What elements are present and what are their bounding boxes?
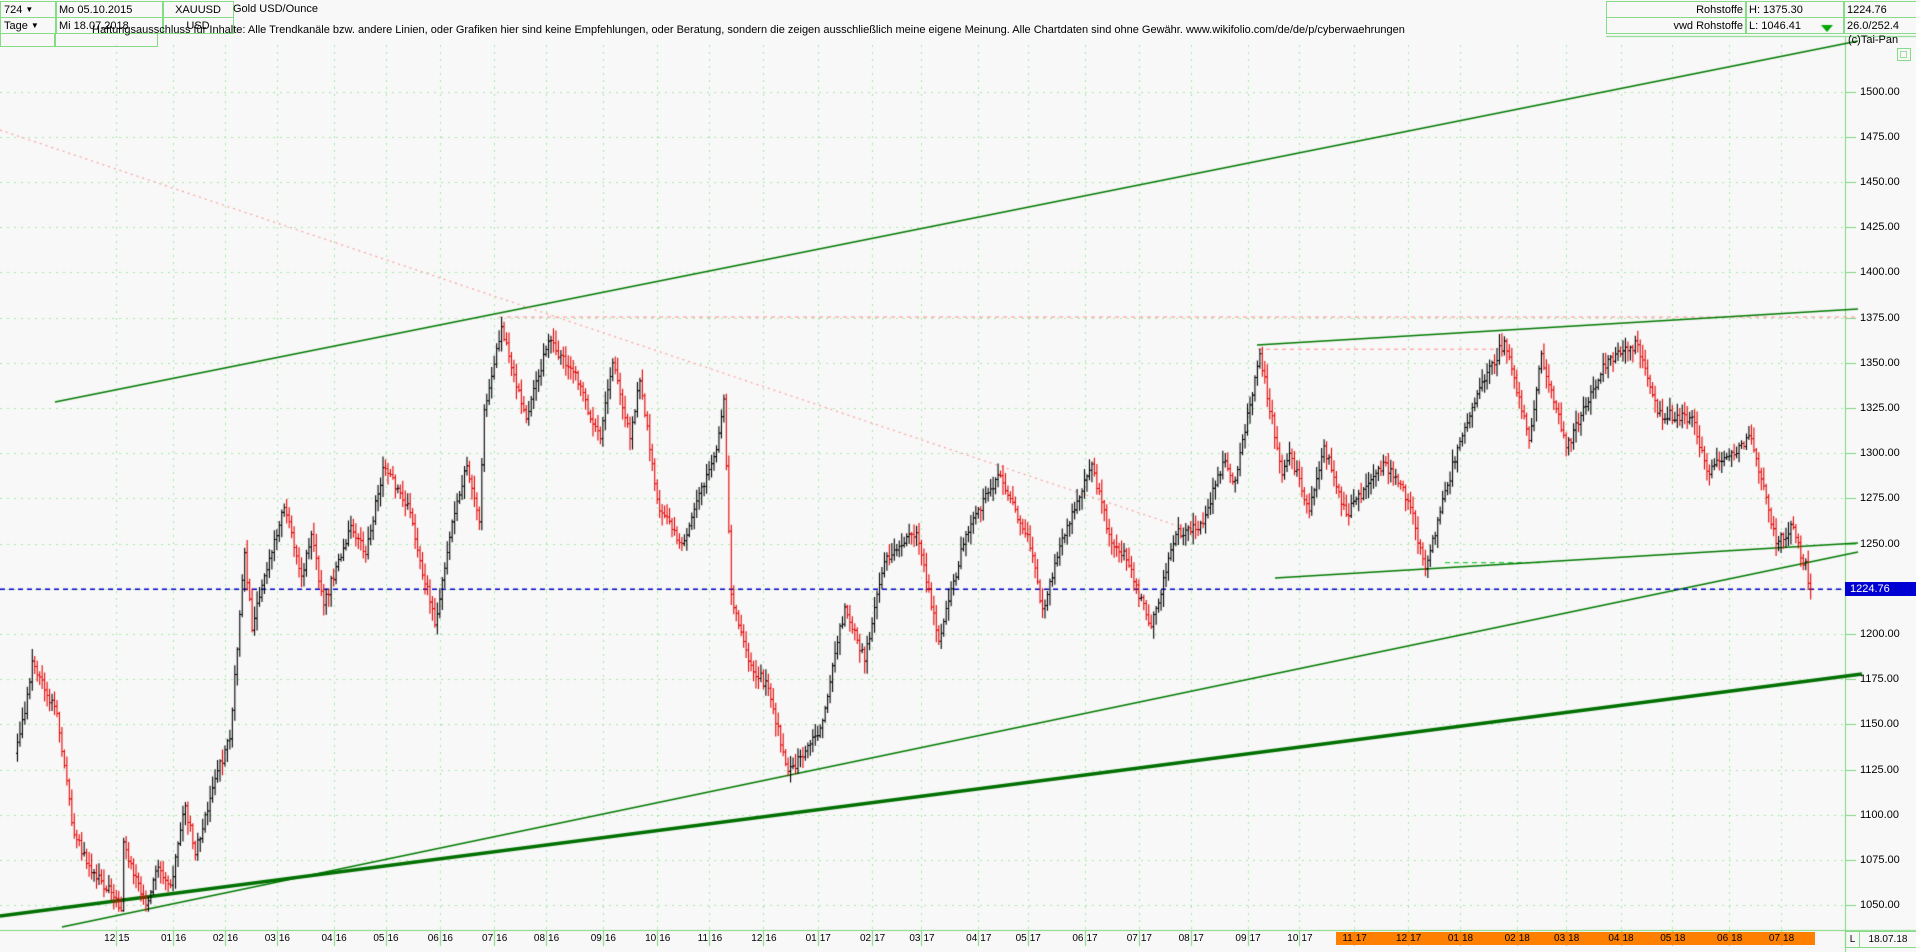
period-dropdown[interactable]: Tage ▼ xyxy=(0,17,57,34)
last-price-cell: 1224.76 xyxy=(1843,1,1916,18)
empty-cell xyxy=(0,33,55,47)
start-date-cell[interactable]: Mo 05.10.2015 xyxy=(55,1,164,18)
y-axis-tick-label: 1300.00 xyxy=(1860,447,1914,459)
y-axis-tick-label: 1375.00 xyxy=(1860,312,1914,324)
y-axis-tick-label: 1075.00 xyxy=(1860,854,1914,866)
chevron-down-icon: ▼ xyxy=(31,21,39,30)
collapse-panel-icon[interactable] xyxy=(1897,48,1911,61)
y-axis-tick-label: 1325.00 xyxy=(1860,402,1914,414)
y-axis-tick-label: 1450.00 xyxy=(1860,176,1914,188)
group-label-1: Rohstoffe xyxy=(1606,1,1747,18)
range-info-cell: 26.0/252.4 xyxy=(1843,17,1916,34)
y-axis-tick-label: 1275.00 xyxy=(1860,492,1914,504)
y-axis-tick-label: 1100.00 xyxy=(1860,809,1914,821)
y-axis-tick-label: 1050.00 xyxy=(1860,899,1914,911)
y-axis-tick-label: 1500.00 xyxy=(1860,86,1914,98)
chevron-down-icon: ▼ xyxy=(25,5,33,14)
linear-scale-indicator[interactable]: L xyxy=(1845,931,1860,948)
y-axis-tick-label: 1175.00 xyxy=(1860,673,1914,685)
high-value: H: 1375.30 xyxy=(1745,1,1845,18)
y-axis-tick-label: 1250.00 xyxy=(1860,538,1914,550)
symbol-cell: XAUUSD xyxy=(162,1,234,18)
y-axis-tick-label: 1350.00 xyxy=(1860,357,1914,369)
group-label-2: vwd Rohstoffe xyxy=(1606,17,1747,34)
disclaimer-text: Haftungsausschluss für Inhalte: Alle Tre… xyxy=(92,24,1405,36)
y-axis-tick-label: 1150.00 xyxy=(1860,718,1914,730)
taipan-chart-window: 724 ▼ Mo 05.10.2015 XAUUSD Gold USD/Ounc… xyxy=(0,0,1916,952)
y-axis-tick-label: 1125.00 xyxy=(1860,764,1914,776)
bars-count-dropdown[interactable]: 724 ▼ xyxy=(0,1,57,18)
y-axis-tick-label: 1400.00 xyxy=(1860,266,1914,278)
y-axis-tick-label: 1200.00 xyxy=(1860,628,1914,640)
copyright-label: (c)Tai-Pan xyxy=(1848,34,1898,46)
price-chart-canvas[interactable] xyxy=(0,0,1916,952)
instrument-title: Gold USD/Ounce xyxy=(233,3,318,15)
y-axis-tick-label: 1425.00 xyxy=(1860,221,1914,233)
cursor-date-cell: 18.07.18 xyxy=(1859,931,1916,948)
low-value: L: 1046.41 xyxy=(1745,17,1845,34)
y-axis-tick-label: 1475.00 xyxy=(1860,131,1914,143)
current-price-tag: 1224.76 xyxy=(1845,582,1916,596)
